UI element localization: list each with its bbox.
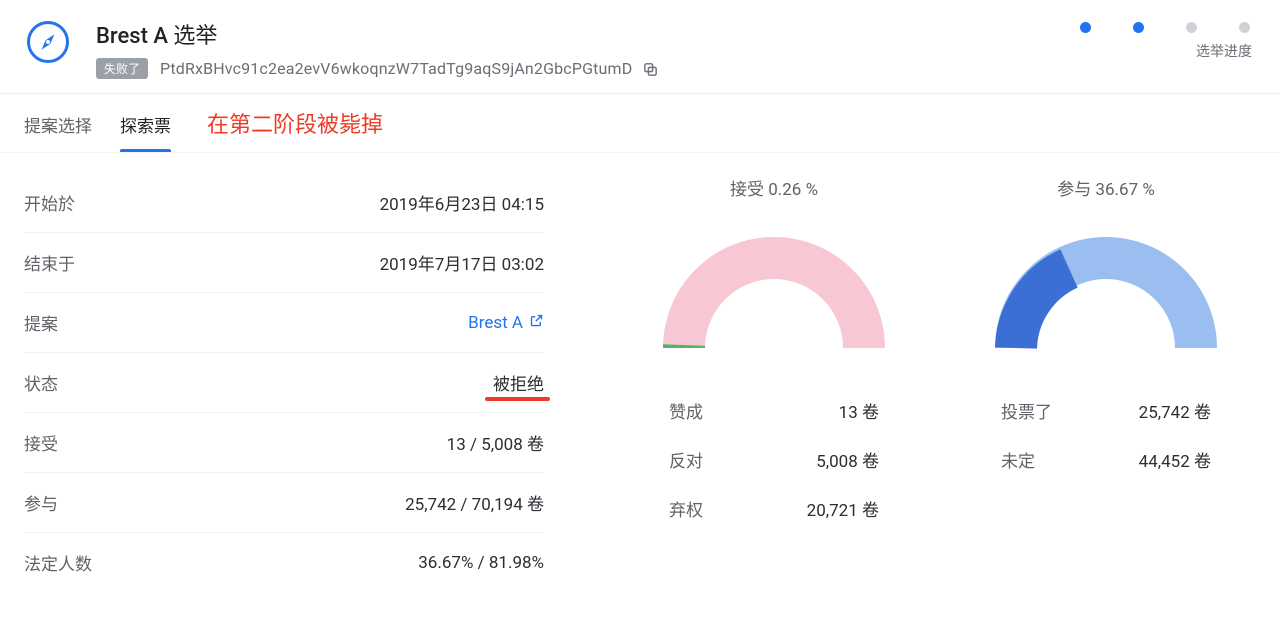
participate-voted-label: 投票了 xyxy=(1001,398,1052,423)
label-accept: 接受 xyxy=(24,430,58,455)
accept-yes-row: 赞成 13 卷 xyxy=(669,386,879,435)
row-end: 结束于 2019年7月17日 03:02 xyxy=(24,233,544,293)
tab-proposal[interactable]: 提案选择 xyxy=(24,95,92,151)
row-proposal: 提案 Brest A xyxy=(24,293,544,353)
progress-dot-3 xyxy=(1186,22,1197,33)
label-status: 状态 xyxy=(24,370,58,395)
protocol-hash: PtdRxBHvc91c2ea2evV6wkoqnzW7TadTg9aqS9jA… xyxy=(160,59,632,78)
progress-dot-4 xyxy=(1239,22,1250,33)
value-end: 2019年7月17日 03:02 xyxy=(380,250,544,275)
page-header: Brest A 选举 失败了 PtdRxBHvc91c2ea2evV6wkoqn… xyxy=(0,0,1280,93)
value-participate: 25,742 / 70,194 卷 xyxy=(405,490,544,515)
accept-abstain-value: 20,721 卷 xyxy=(807,496,879,521)
compass-icon xyxy=(36,30,60,54)
participate-chart: 参与 36.67 % 投票了 25,742 卷 未定 44,452 卷 xyxy=(956,175,1256,592)
accept-yes-value: 13 卷 xyxy=(839,398,879,423)
charts-area: 接受 0.26 % 赞成 13 卷 反对 5,008 卷 xyxy=(544,173,1256,592)
label-participate: 参与 xyxy=(24,490,58,515)
progress-dot-1 xyxy=(1080,22,1091,33)
value-proposal: Brest A xyxy=(468,313,523,333)
details-list: 开始於 2019年6月23日 04:15 结束于 2019年7月17日 03:0… xyxy=(24,173,544,592)
value-start: 2019年6月23日 04:15 xyxy=(380,190,544,215)
participate-chart-title: 参与 36.67 % xyxy=(1057,175,1155,200)
participate-undecided-label: 未定 xyxy=(1001,447,1035,472)
accept-yes-label: 赞成 xyxy=(669,398,703,423)
accept-no-value: 5,008 卷 xyxy=(816,447,879,472)
accept-abstain-label: 弃权 xyxy=(669,496,703,521)
accept-gauge-icon xyxy=(664,238,884,348)
row-quorum: 法定人数 36.67% / 81.98% xyxy=(24,533,544,592)
participate-gauge-icon xyxy=(996,238,1216,348)
app-logo xyxy=(24,18,72,66)
participate-voted-value: 25,742 卷 xyxy=(1139,398,1211,423)
label-quorum: 法定人数 xyxy=(24,550,92,575)
tab-explore[interactable]: 探索票 xyxy=(120,95,171,151)
participate-undecided-value: 44,452 卷 xyxy=(1139,447,1211,472)
election-progress: 选举进度 xyxy=(1080,22,1256,61)
participate-voted-row: 投票了 25,742 卷 xyxy=(1001,386,1211,435)
accept-abstain-row: 弃权 20,721 卷 xyxy=(669,484,879,533)
page-title: Brest A 选举 xyxy=(96,18,217,50)
row-participate: 参与 25,742 / 70,194 卷 xyxy=(24,473,544,533)
row-status: 状态 被拒绝 xyxy=(24,353,544,413)
value-status: 被拒绝 xyxy=(493,370,544,395)
external-link-icon xyxy=(529,313,544,333)
row-start: 开始於 2019年6月23日 04:15 xyxy=(24,173,544,233)
value-accept: 13 / 5,008 卷 xyxy=(447,430,544,455)
link-proposal[interactable]: Brest A xyxy=(468,313,544,333)
accept-no-label: 反对 xyxy=(669,447,703,472)
participate-undecided-row: 未定 44,452 卷 xyxy=(1001,435,1211,484)
annotation-callout: 在第二阶段被毙掉 xyxy=(207,107,383,139)
content-panel: 开始於 2019年6月23日 04:15 结束于 2019年7月17日 03:0… xyxy=(0,152,1280,616)
row-accept: 接受 13 / 5,008 卷 xyxy=(24,413,544,473)
accept-chart-title: 接受 0.26 % xyxy=(730,175,818,200)
status-badge-failed: 失败了 xyxy=(96,58,148,79)
accept-no-row: 反对 5,008 卷 xyxy=(669,435,879,484)
copy-icon[interactable] xyxy=(642,59,659,78)
label-start: 开始於 xyxy=(24,190,75,215)
value-quorum: 36.67% / 81.98% xyxy=(418,553,544,573)
progress-label: 选举进度 xyxy=(1196,41,1252,61)
tabs: 提案选择 探索票 在第二阶段被毙掉 xyxy=(0,94,1280,152)
accept-chart: 接受 0.26 % 赞成 13 卷 反对 5,008 卷 xyxy=(624,175,924,592)
progress-dot-2 xyxy=(1133,22,1144,33)
label-proposal: 提案 xyxy=(24,310,58,335)
label-end: 结束于 xyxy=(24,250,75,275)
